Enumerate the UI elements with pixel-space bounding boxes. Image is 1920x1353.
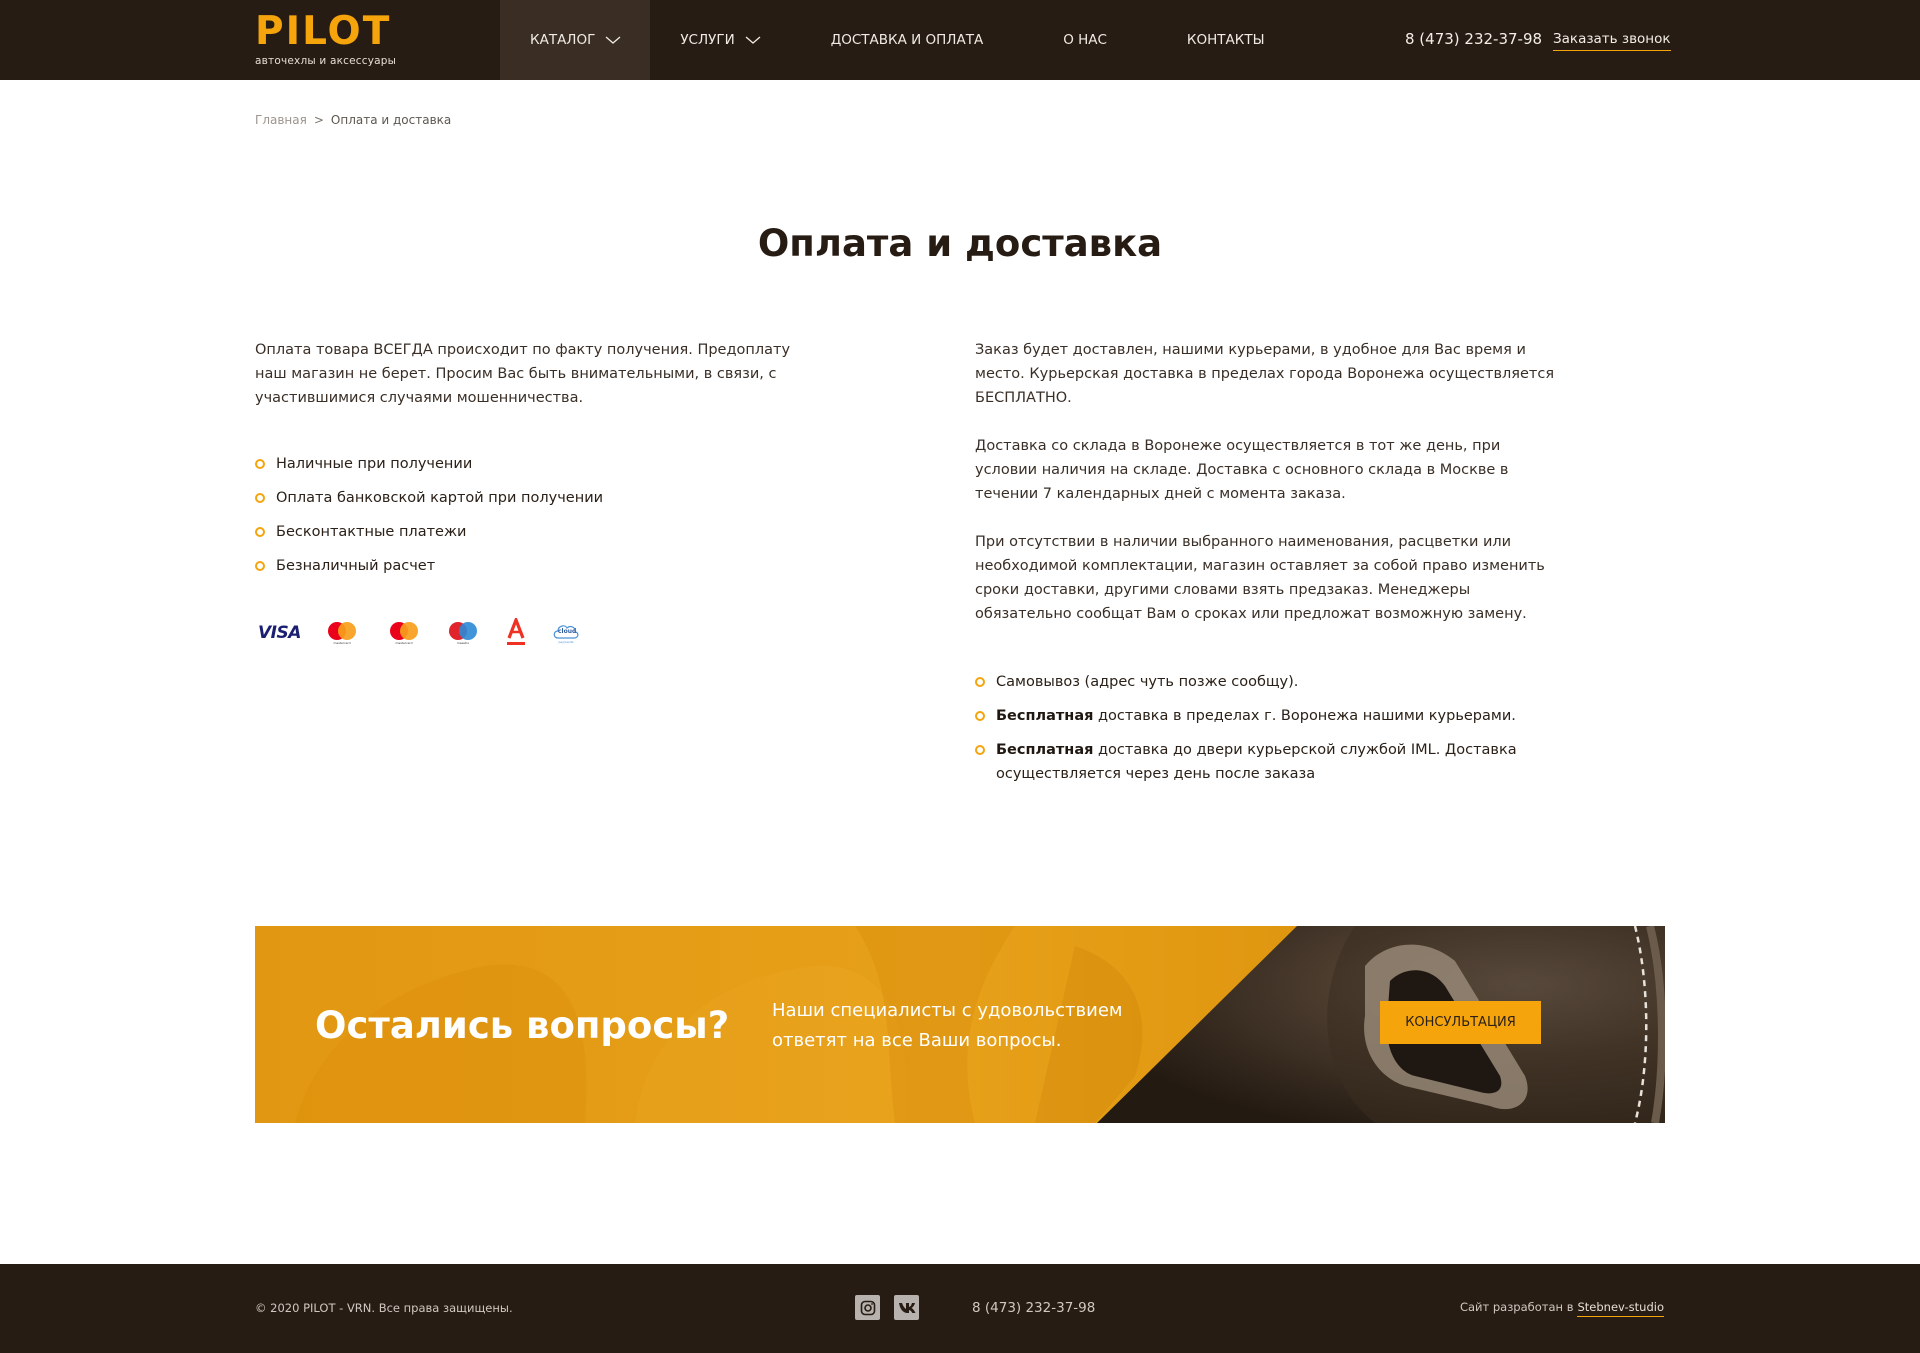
list-item: Безналичный расчет [255,554,815,578]
site-header: PILOT авточехлы и аксессуары КАТАЛОГ УСЛ… [0,0,1920,80]
chevron-down-icon [745,35,761,45]
delivery-section: Заказ будет доставлен, нашими курьерами,… [975,338,1555,796]
site-footer: © 2020 PILOT - VRN. Все права защищены. … [0,1264,1920,1353]
banner-title: Остались вопросы? [315,1004,730,1047]
mastercard-circles-icon [328,622,356,640]
alfa-bank-icon [507,618,525,645]
nav-item-contacts[interactable]: КОНТАКТЫ [1147,0,1305,80]
footer-phone[interactable]: 8 (473) 232-37-98 [972,1300,1095,1316]
list-item: Бесплатная доставка до двери курьерской … [975,738,1555,786]
payment-section: Оплата товара ВСЕГДА происходит по факту… [255,338,815,648]
banner-text: Наши специалисты с удовольствием ответят… [772,1000,1123,1051]
bullet-circle-icon [975,711,985,721]
breadcrumb-separator: > [313,113,324,127]
list-item-text: Бесконтактные платежи [276,524,467,540]
list-item-text: Оплата банковской картой при получении [276,490,604,506]
nav-item-services[interactable]: УСЛУГИ [650,0,790,80]
list-item-bold: Бесплатная [996,708,1094,724]
list-item: Бесплатная доставка в пределах г. Вороне… [975,704,1555,728]
mastercard-circles-icon [390,622,418,640]
maestro-circles-icon [449,622,477,640]
mastercard-logo-text: mastercard [395,641,413,645]
delivery-paragraph: Заказ будет доставлен, нашими курьерами,… [975,342,1555,406]
callback-link[interactable]: Заказать звонок [1553,31,1671,51]
consultation-button[interactable]: КОНСУЛЬТАЦИЯ [1380,1001,1541,1044]
nav-item-about[interactable]: О НАС [1023,0,1147,80]
cloud-icon: cloud [552,622,580,640]
cloud-logo-subtext: payments [558,640,574,644]
copyright: © 2020 PILOT - VRN. Все права защищены. [255,1301,513,1315]
nav-item-label: КАТАЛОГ [530,32,596,48]
bullet-circle-icon [255,561,265,571]
list-item: Самовывоз (адрес чуть позже сообщу). [975,670,1555,694]
breadcrumb: Главная > Оплата и доставка [255,113,451,127]
bullet-circle-icon [255,527,265,537]
breadcrumb-home[interactable]: Главная [255,113,307,127]
breadcrumb-current: Оплата и доставка [330,113,452,127]
developer-link[interactable]: Stebnev-studio [1577,1300,1664,1317]
list-item-text: Безналичный расчет [276,558,436,574]
bullet-circle-icon [255,459,265,469]
list-item-text: доставка в пределах г. Воронежа нашими к… [1093,708,1516,724]
mastercard-logo-2: mastercard [373,618,435,648]
chevron-down-icon [605,35,621,45]
vk-icon[interactable] [894,1295,919,1320]
social-links [855,1295,919,1320]
alfa-bank-logo [491,618,541,648]
list-item: Наличные при получении [255,452,815,476]
bullet-circle-icon [975,745,985,755]
logo-text: PILOT [255,9,392,54]
nav-item-label: КОНТАКТЫ [1186,32,1265,48]
questions-banner: Остались вопросы? Наши специалисты с удо… [255,926,1665,1123]
developer-credit: Сайт разработан в Stebnev-studio [1460,1300,1664,1317]
main-nav: КАТАЛОГ УСЛУГИ ДОСТАВКА И ОПЛАТА О НАС К… [500,0,1305,80]
list-item: Бесконтактные платежи [255,520,815,544]
visa-logo: VISA [255,618,311,648]
page-title: Оплата и доставка [757,222,1163,265]
cloud-logo-text: cloud [558,628,577,635]
list-item: Оплата банковской картой при получении [255,486,815,510]
developer-prefix: Сайт разработан в [1459,1300,1574,1314]
nav-item-label: УСЛУГИ [680,32,735,48]
bullet-circle-icon [975,677,985,687]
nav-item-catalog[interactable]: КАТАЛОГ [500,0,651,80]
visa-logo-text: VISA [258,623,301,643]
logo[interactable]: PILOT авточехлы и аксессуары [255,9,397,68]
instagram-icon[interactable] [855,1295,880,1320]
bullet-circle-icon [255,493,265,503]
nav-item-delivery[interactable]: ДОСТАВКА И ОПЛАТА [791,0,1024,80]
delivery-paragraph: Доставка со склада в Воронеже осуществля… [975,438,1509,502]
nav-item-label: О НАС [1063,32,1107,48]
logo-tagline: авточехлы и аксессуары [255,55,397,67]
list-item-text: Самовывоз (адрес чуть позже сообщу). [996,674,1299,690]
mastercard-logo-text: mastercard [333,641,351,645]
nav-item-label: ДОСТАВКА И ОПЛАТА [830,32,984,48]
list-item-bold: Бесплатная [996,742,1094,758]
maestro-logo-text: maestro [456,641,470,645]
cloudpayments-logo: cloud payments [541,618,591,648]
payment-methods-list: Наличные при получении Оплата банковской… [255,452,815,578]
delivery-options-list: Самовывоз (адрес чуть позже сообщу). Бес… [975,670,1555,786]
payment-logos: VISA mastercard mastercard maestro cloud… [255,618,815,648]
payment-intro: Оплата товара ВСЕГДА происходит по факту… [255,342,791,406]
maestro-logo: maestro [435,618,491,648]
header-phone[interactable]: 8 (473) 232-37-98 [1405,30,1542,48]
mastercard-logo: mastercard [311,618,373,648]
list-item-text: Наличные при получении [276,456,473,472]
delivery-paragraph: При отсутствии в наличии выбранного наим… [975,534,1545,622]
